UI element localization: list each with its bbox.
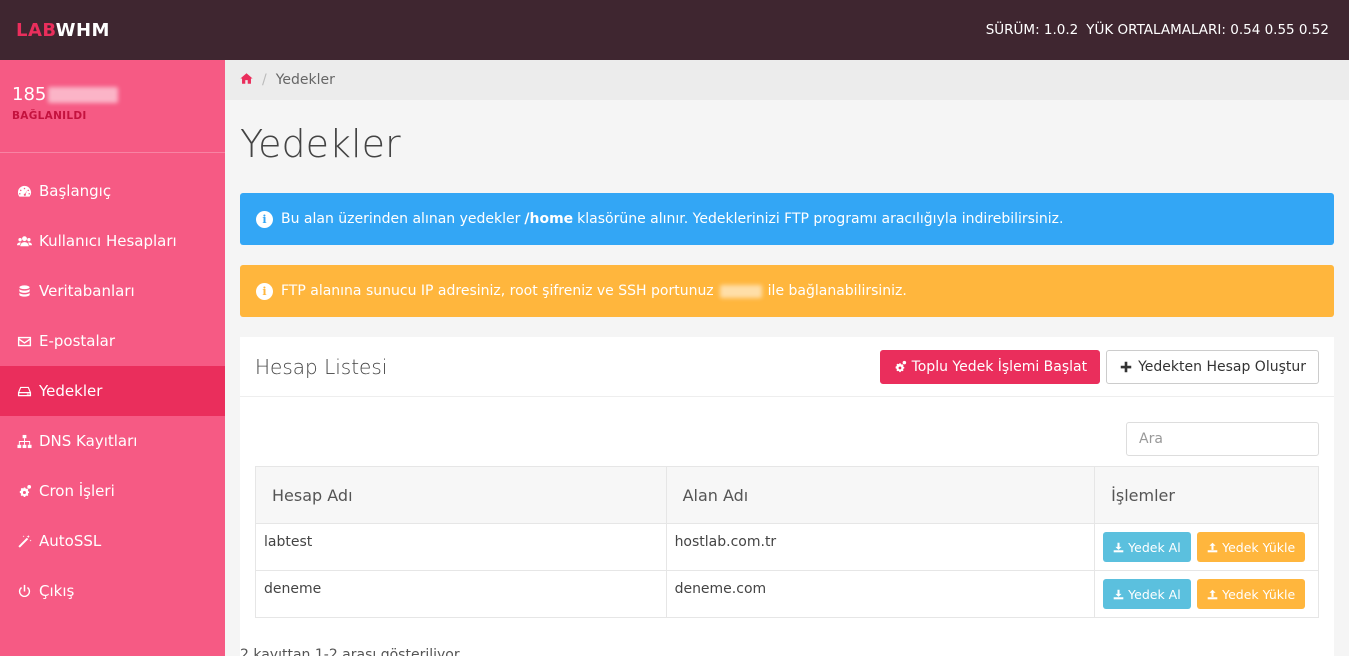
backup-button-label: Yedek Al [1128, 539, 1181, 555]
backup-button[interactable]: Yedek Al [1103, 579, 1191, 609]
upload-icon [1207, 589, 1218, 599]
upload-backup-button-label: Yedek Yükle [1222, 586, 1296, 602]
actions-cell: Yedek Al Yedek Yükle [1094, 570, 1319, 618]
bulk-backup-button[interactable]: Toplu Yedek İşlemi Başlat [879, 349, 1101, 384]
sidebar-item-label: AutoSSL [39, 532, 102, 550]
info-alert-path: /home [524, 211, 574, 227]
page-title: Yedekler [240, 122, 401, 166]
sidebar-item-veritabanlari[interactable]: Veritabanları [0, 266, 225, 316]
panel-title: Hesap Listesi [255, 354, 388, 379]
sidebar: 185 BAĞLANILDI Başlangıç Kullanıcı Hesap… [0, 60, 225, 656]
main-content: / Yedekler Yedekler i Bu alan üzerinden … [225, 60, 1349, 656]
cogs-icon [15, 482, 33, 500]
sidebar-item-dns-kayitlari[interactable]: DNS Kayıtları [0, 416, 225, 466]
redacted-ip [48, 86, 119, 103]
server-ip: 185 [12, 84, 225, 105]
warning-alert-text-post: ile bağlanabilirsiniz. [767, 283, 907, 299]
column-header-actions: İşlemler [1094, 466, 1319, 524]
sidebar-menu: Başlangıç Kullanıcı Hesapları Veritabanl… [0, 166, 225, 616]
column-header-account[interactable]: Hesap Adı [255, 466, 667, 524]
logo-part-lab: LAB [16, 19, 56, 41]
sidebar-item-autossl[interactable]: AutoSSL [0, 516, 225, 566]
sidebar-item-label: E-postalar [39, 332, 116, 350]
account-list-panel: Hesap Listesi Toplu Yedek İşlemi Başlat … [240, 337, 1334, 656]
sidebar-item-e-postalar[interactable]: E-postalar [0, 316, 225, 366]
top-navbar: LABWHM SÜRÜM: 1.0.2 YÜK ORTALAMALARI: 0.… [0, 0, 1349, 60]
power-icon [15, 582, 33, 600]
sidebar-item-cikis[interactable]: Çıkış [0, 566, 225, 616]
panel-actions: Toplu Yedek İşlemi Başlat Yedekten Hesap… [879, 349, 1319, 384]
sidebar-item-label: Başlangıç [39, 182, 112, 200]
info-circle-icon: i [256, 282, 273, 300]
breadcrumb-separator: / [262, 72, 267, 88]
sidebar-item-label: Çıkış [39, 582, 75, 600]
warning-alert: i FTP alanına sunucu IP adresiniz, root … [240, 265, 1334, 317]
info-alert-text-post: klasörüne alınır. Yedeklerinizi FTP prog… [577, 211, 1064, 227]
sidebar-item-label: Veritabanları [39, 282, 135, 300]
account-name-cell: deneme [255, 570, 667, 618]
sidebar-item-yedekler[interactable]: Yedekler [0, 366, 225, 416]
sidebar-item-label: Yedekler [39, 382, 103, 400]
server-ip-prefix: 185 [12, 84, 47, 105]
column-header-domain[interactable]: Alan Adı [665, 466, 1096, 524]
backup-button[interactable]: Yedek Al [1103, 532, 1191, 562]
search-wrapper [1126, 422, 1319, 456]
redacted-ssh-port [719, 284, 762, 298]
actions-cell: Yedek Al Yedek Yükle [1094, 523, 1319, 571]
table-row: deneme deneme.com Yedek Al Yedek Yükle [255, 570, 1319, 618]
upload-backup-button[interactable]: Yedek Yükle [1197, 579, 1306, 609]
domain-cell: deneme.com [665, 570, 1096, 618]
domain-cell: hostlab.com.tr [665, 523, 1096, 571]
panel-header: Hesap Listesi Toplu Yedek İşlemi Başlat … [240, 337, 1334, 397]
database-icon [15, 282, 33, 300]
home-icon[interactable] [240, 72, 253, 89]
account-name-cell: labtest [255, 523, 667, 571]
bulk-backup-label: Toplu Yedek İşlemi Başlat [911, 358, 1088, 375]
info-circle-icon: i [256, 210, 273, 228]
download-icon [1113, 542, 1124, 552]
breadcrumb-current: Yedekler [275, 72, 335, 88]
download-icon [1113, 589, 1124, 599]
sidebar-item-label: Cron İşleri [39, 482, 115, 500]
upload-backup-button-label: Yedek Yükle [1222, 539, 1296, 555]
plus-icon [1120, 361, 1132, 372]
table-info-text: 2 kayıttan 1-2 arası gösteriliyor [240, 647, 460, 656]
upload-backup-button[interactable]: Yedek Yükle [1197, 532, 1306, 562]
create-from-backup-label: Yedekten Hesap Oluştur [1138, 358, 1306, 375]
version-text: SÜRÜM: 1.0.2 [985, 22, 1079, 38]
info-alert-text-pre: Bu alan üzerinden alınan yedekler [281, 211, 521, 227]
hdd-icon [15, 382, 33, 400]
magic-wand-icon [15, 532, 33, 550]
users-icon [15, 232, 33, 250]
dashboard-icon [15, 182, 33, 200]
backup-button-label: Yedek Al [1128, 586, 1181, 602]
cogs-icon [895, 360, 906, 372]
info-alert: i Bu alan üzerinden alınan yedekler /hom… [240, 193, 1334, 245]
load-average-text: YÜK ORTALAMALARI: 0.54 0.55 0.52 [1086, 22, 1329, 38]
accounts-table: Hesap Adı Alan Adı İşlemler labtest host… [255, 466, 1319, 618]
sidebar-item-kullanici-hesaplari[interactable]: Kullanıcı Hesapları [0, 216, 225, 266]
table-row: labtest hostlab.com.tr Yedek Al Yedek Yü… [255, 523, 1319, 571]
sidebar-item-label: Kullanıcı Hesapları [39, 232, 177, 250]
server-info: SÜRÜM: 1.0.2 YÜK ORTALAMALARI: 0.54 0.55… [986, 22, 1329, 38]
search-input[interactable] [1126, 422, 1319, 456]
server-block: 185 BAĞLANILDI [0, 60, 225, 153]
upload-icon [1207, 542, 1218, 552]
table-header-row: Hesap Adı Alan Adı İşlemler [255, 466, 1319, 524]
envelope-icon [15, 332, 33, 350]
logo[interactable]: LABWHM [16, 20, 110, 41]
breadcrumb: / Yedekler [225, 60, 1349, 100]
server-status: BAĞLANILDI [12, 110, 87, 122]
sidebar-item-baslangic[interactable]: Başlangıç [0, 166, 225, 216]
sidebar-item-cron-isleri[interactable]: Cron İşleri [0, 466, 225, 516]
warning-alert-text-pre: FTP alanına sunucu IP adresiniz, root şi… [281, 283, 714, 299]
sidebar-item-label: DNS Kayıtları [39, 432, 138, 450]
sitemap-icon [15, 432, 33, 450]
logo-part-whm: WHM [55, 19, 110, 41]
create-from-backup-button[interactable]: Yedekten Hesap Oluştur [1106, 349, 1319, 384]
